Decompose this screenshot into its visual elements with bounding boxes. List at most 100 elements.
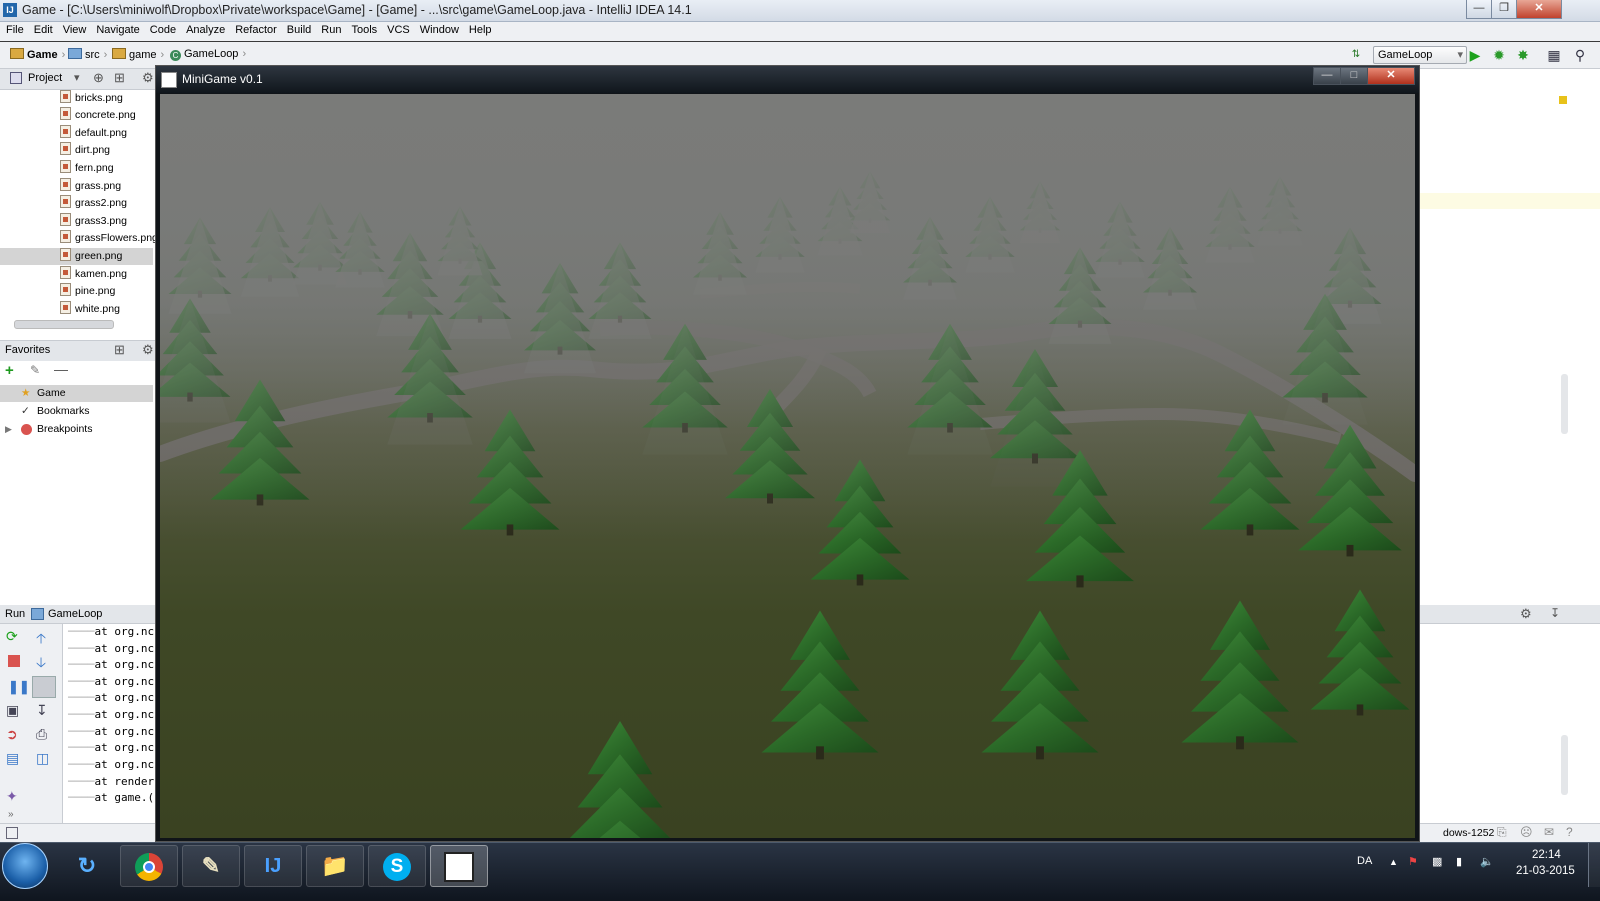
run-config-select[interactable]: GameLoop ▾ [1373, 46, 1467, 64]
menu-window[interactable]: Window [415, 22, 464, 36]
edit-icon[interactable]: ✎ [30, 363, 40, 377]
menu-run[interactable]: Run [316, 22, 346, 36]
vertical-scrollbar[interactable] [1561, 735, 1568, 795]
file-explorer-icon[interactable]: 📁 [306, 845, 364, 887]
file-item[interactable]: grass2.png [60, 195, 127, 212]
start-button[interactable] [2, 843, 48, 889]
chevron-down-icon[interactable]: ▾ [74, 71, 80, 84]
show-hidden-icons[interactable]: ▲ [1389, 857, 1398, 867]
breadcrumb-game[interactable]: Game › [10, 48, 69, 61]
stop-icon[interactable] [8, 655, 20, 667]
skype-icon[interactable]: S [368, 845, 426, 887]
game-minimize-button[interactable]: — [1313, 67, 1341, 85]
file-item-selected[interactable]: green.png [0, 248, 153, 265]
camera-icon[interactable]: ▣ [6, 702, 19, 719]
project-view-select[interactable]: Project [28, 72, 62, 84]
horizontal-scrollbar[interactable] [14, 320, 114, 329]
action-center-icon[interactable]: ⚑ [1408, 855, 1418, 868]
show-desktop-button[interactable] [1588, 843, 1600, 887]
gear-icon[interactable]: ⚙ [142, 70, 154, 86]
favorite-item-breakpoints[interactable]: ▶ Breakpoints [0, 421, 153, 438]
soft-wrap-icon[interactable] [32, 676, 56, 698]
clock-date[interactable]: 21-03-2015 [1516, 865, 1575, 877]
menu-help[interactable]: Help [464, 22, 497, 36]
file-item[interactable]: kamen.png [60, 266, 127, 283]
lock-icon[interactable]: ⎘ [1497, 825, 1507, 840]
expand-arrow-icon[interactable]: ▶ [5, 421, 12, 438]
tool-windows-icon[interactable] [6, 827, 18, 839]
breadcrumb-class[interactable]: C GameLoop › [170, 48, 250, 61]
menu-vcs[interactable]: VCS [382, 22, 415, 36]
pin-icon[interactable]: ✦ [6, 788, 18, 805]
device-icon[interactable]: ▩ [1432, 855, 1442, 868]
notepad-icon[interactable]: ✎ [182, 845, 240, 887]
close-button[interactable]: ✕ [1516, 0, 1562, 19]
help-icon[interactable]: ? [1566, 825, 1573, 839]
project-structure-icon[interactable]: ▦ [1546, 47, 1562, 63]
menu-build[interactable]: Build [282, 22, 316, 36]
file-item[interactable]: pine.png [60, 283, 115, 300]
arrow-up-icon[interactable]: 🡡 [36, 628, 46, 652]
more-icon[interactable]: » [8, 809, 14, 820]
coverage-icon[interactable]: ✸ [1515, 47, 1531, 63]
menu-analyze[interactable]: Analyze [181, 22, 230, 36]
menu-refactor[interactable]: Refactor [230, 22, 282, 36]
chrome-icon[interactable] [120, 845, 178, 887]
file-item[interactable]: grassFlowers.png [60, 230, 158, 247]
menu-tools[interactable]: Tools [346, 22, 382, 36]
file-item[interactable]: dirt.png [60, 142, 110, 159]
hide-panel-icon[interactable]: ↧ [1550, 606, 1560, 620]
file-encoding[interactable]: dows-1252 [1443, 827, 1494, 839]
minigame-taskbar-icon[interactable] [430, 845, 488, 887]
breadcrumb-src[interactable]: src › [68, 48, 111, 61]
menu-navigate[interactable]: Navigate [91, 22, 144, 36]
add-icon[interactable]: + [5, 362, 14, 379]
run-tab-label[interactable]: Run [5, 608, 25, 620]
minimize-button[interactable]: — [1466, 0, 1492, 19]
collapse-all-icon[interactable]: ⊞ [114, 70, 125, 86]
search-icon[interactable]: ⚲ [1572, 47, 1588, 63]
favorite-item-game[interactable]: ★ Game [0, 385, 153, 402]
file-item[interactable]: grass3.png [60, 213, 127, 230]
menu-edit[interactable]: Edit [29, 22, 58, 36]
scroll-to-end-icon[interactable]: ↧ [36, 702, 48, 719]
editor-area[interactable] [1420, 69, 1600, 610]
language-indicator[interactable]: DA [1357, 855, 1372, 867]
game-maximize-button[interactable]: □ [1340, 67, 1368, 85]
vertical-scrollbar[interactable] [1561, 374, 1568, 434]
exit-icon[interactable]: ➲ [6, 726, 18, 743]
volume-icon[interactable]: 🔈 [1480, 855, 1494, 868]
menu-view[interactable]: View [58, 22, 92, 36]
layout-icon[interactable]: ▤ [6, 750, 19, 767]
file-item[interactable]: white.png [60, 301, 120, 318]
file-item[interactable]: concrete.png [60, 107, 136, 124]
debug-icon[interactable]: ✹ [1491, 47, 1507, 63]
gear-icon[interactable]: ⚙ [1520, 606, 1532, 622]
file-item[interactable]: grass.png [60, 178, 121, 195]
run-icon[interactable]: ▶ [1467, 47, 1483, 63]
file-item[interactable]: bricks.png [60, 90, 123, 107]
intellij-icon[interactable]: IJ [244, 845, 302, 887]
run-config-tab[interactable]: GameLoop [48, 608, 102, 620]
sort-icon[interactable]: ⇅ [1348, 47, 1364, 63]
gear-icon[interactable]: ⚙ [142, 342, 154, 358]
breadcrumb-package[interactable]: game › [112, 48, 168, 61]
scroll-from-source-icon[interactable]: ⊕ [93, 70, 104, 86]
arrow-down-icon[interactable]: 🡣 [36, 652, 46, 676]
game-close-button[interactable]: ✕ [1367, 67, 1415, 85]
pause-icon[interactable]: ❚❚ [8, 679, 30, 695]
remove-icon[interactable]: — [54, 361, 68, 377]
game-viewport[interactable] [160, 94, 1415, 838]
file-item[interactable]: fern.png [60, 160, 114, 177]
menu-file[interactable]: File [0, 22, 29, 36]
event-log-icon[interactable]: ✉ [1544, 825, 1554, 839]
menu-code[interactable]: Code [145, 22, 181, 36]
trash-icon[interactable]: ◫ [36, 750, 49, 767]
print-icon[interactable]: ⎙ [36, 726, 47, 743]
favorite-item-bookmarks[interactable]: ✓ Bookmarks [0, 403, 153, 420]
app-browser-icon[interactable]: ↻ [58, 845, 116, 887]
file-item[interactable]: default.png [60, 125, 127, 142]
restore-button[interactable]: ❐ [1491, 0, 1517, 19]
network-icon[interactable]: ▮ [1456, 855, 1462, 868]
collapse-all-icon[interactable]: ⊞ [114, 342, 125, 358]
